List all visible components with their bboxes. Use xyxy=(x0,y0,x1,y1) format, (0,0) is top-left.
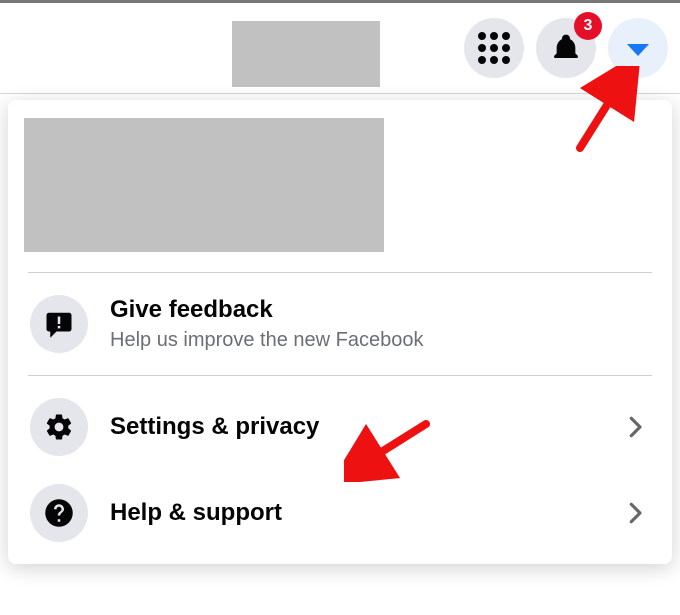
menu-apps-button[interactable] xyxy=(464,18,524,78)
gear-icon xyxy=(30,398,88,456)
caret-down-icon xyxy=(627,44,649,56)
menu-item-title: Give feedback xyxy=(110,296,650,325)
account-dropdown-button[interactable] xyxy=(608,18,668,78)
help-icon xyxy=(30,484,88,542)
top-navbar: 3 xyxy=(0,0,680,94)
redacted-region xyxy=(24,118,384,252)
menu-item-help-support[interactable]: Help & support xyxy=(8,470,672,556)
bell-icon xyxy=(550,32,582,64)
divider xyxy=(28,272,652,273)
menu-item-settings-privacy[interactable]: Settings & privacy xyxy=(8,384,672,470)
menu-item-feedback[interactable]: Give feedback Help us improve the new Fa… xyxy=(8,281,672,367)
grid-icon xyxy=(478,32,510,64)
chevron-right-icon xyxy=(620,412,650,442)
chevron-right-icon xyxy=(620,498,650,528)
notification-badge: 3 xyxy=(574,12,602,40)
menu-item-title: Help & support xyxy=(110,499,598,528)
divider xyxy=(28,375,652,376)
menu-item-title: Settings & privacy xyxy=(110,413,598,442)
profile-section[interactable] xyxy=(24,118,656,252)
redacted-region xyxy=(232,21,380,87)
notifications-button[interactable]: 3 xyxy=(536,18,596,78)
feedback-icon xyxy=(30,295,88,353)
menu-item-subtitle: Help us improve the new Facebook xyxy=(110,329,650,352)
account-dropdown-panel: Give feedback Help us improve the new Fa… xyxy=(8,100,672,564)
